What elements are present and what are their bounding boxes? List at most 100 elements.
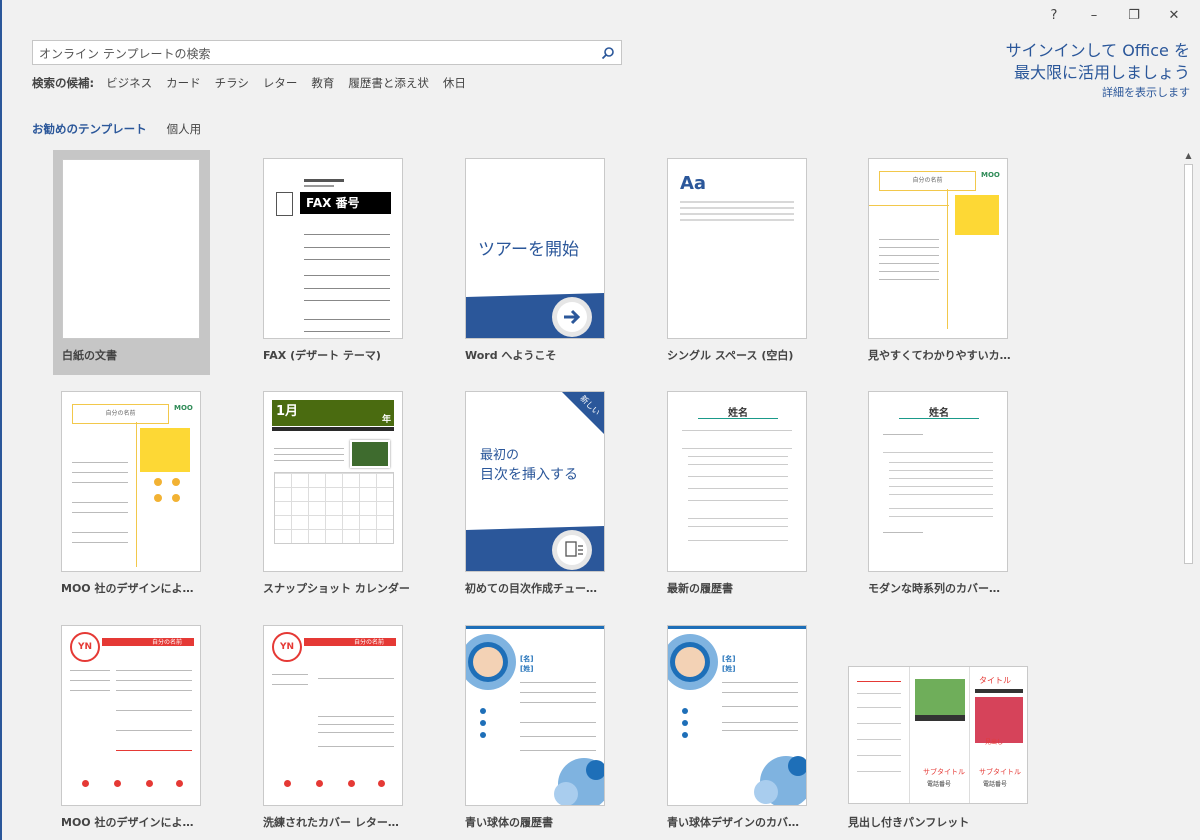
close-icon[interactable]: ✕: [1154, 4, 1194, 26]
last-name: [姓]: [722, 665, 736, 673]
template-caption: MOO 社のデザインによ…: [61, 816, 194, 829]
moo-logo: MOO: [174, 404, 193, 412]
minimize-icon[interactable]: –: [1074, 4, 1114, 26]
help-icon[interactable]: ?: [1034, 4, 1074, 26]
thumbnail-modern-resume: 姓名: [667, 391, 807, 572]
template-tabs: お勧めのテンプレート 個人用: [32, 121, 201, 137]
tab-featured[interactable]: お勧めのテンプレート: [32, 121, 147, 137]
brochure-subtitle-mid: サブタイトル: [923, 768, 965, 776]
moo-logo: MOO: [981, 171, 1000, 179]
template-caption: スナップショット カレンダー: [263, 582, 410, 595]
thumbnail-blank: [62, 159, 200, 339]
last-name: [姓]: [520, 665, 534, 673]
calendar-year: 年: [382, 415, 392, 425]
thumbnail-moo-card: 自分の名前 MOO: [868, 158, 1008, 339]
thumbnail-blue-sphere-cover: [名] [姓]: [667, 625, 807, 806]
suggestions-label: 検索の候補:: [32, 76, 95, 90]
template-caption: 見出し付きパンフレット: [848, 816, 970, 829]
template-caption: MOO 社のデザインによ…: [61, 582, 194, 595]
thumbnail-single-space: Aa: [667, 158, 807, 339]
calendar-month: 1月: [272, 400, 394, 426]
learn-more-link[interactable]: 詳細を表示します: [1006, 86, 1190, 100]
aa-sample: Aa: [680, 173, 707, 194]
first-name: [名]: [520, 655, 534, 663]
template-brochure[interactable]: サブタイトル 電話番号 タイトル 見出し サブタイトル 電話番号 見出し付きパン…: [848, 666, 1028, 836]
suggestion-holidays[interactable]: 休日: [443, 75, 466, 91]
template-single-space[interactable]: Aa シングル スペース (空白): [667, 158, 807, 368]
welcome-title: ツアーを開始: [478, 240, 579, 260]
template-caption: モダンな時系列のカバー…: [868, 582, 1000, 595]
signin-line2[interactable]: 最大限に活用しましょう: [1006, 62, 1190, 84]
search-suggestions: 検索の候補: ビジネス カード チラシ レター 教育 履歴書と添え状 休日: [32, 75, 466, 91]
template-calendar[interactable]: 1月 年 スナップショット カレンダー: [263, 391, 410, 601]
template-moo-resume[interactable]: 自分の名前 MOO MOO 社のデザインによ…: [61, 391, 201, 601]
initials-circle: YN: [70, 632, 100, 662]
template-caption: シングル スペース (空白): [667, 349, 794, 362]
search-input[interactable]: オンライン テンプレートの検索: [32, 40, 622, 65]
yn-name: 自分の名前: [152, 639, 183, 646]
template-caption: 青い球体の履歴書: [465, 816, 553, 829]
template-caption: 初めての目次作成チュー…: [465, 582, 597, 595]
thumbnail-toc: 最初の 目次を挿入する 新しい: [465, 391, 605, 572]
thumbnail-welcome: ツアーを開始: [465, 158, 605, 339]
brochure-subtitle-right: サブタイトル: [979, 768, 1021, 776]
first-name: [名]: [722, 655, 736, 663]
template-caption: FAX (デザート テーマ): [263, 349, 381, 362]
suggestion-education[interactable]: 教育: [311, 75, 334, 91]
resume-name: 姓名: [728, 408, 748, 419]
search-icon[interactable]: [601, 45, 615, 64]
suggestion-letters[interactable]: レター: [263, 75, 298, 91]
restore-icon[interactable]: ❐: [1114, 4, 1154, 26]
brochure-phone-right: 電話番号: [983, 781, 1008, 788]
template-caption: 最新の履歴書: [667, 582, 733, 595]
template-moo-card[interactable]: 自分の名前 MOO 見やすくてわかりやすいカ…: [868, 158, 1011, 368]
suggestion-business[interactable]: ビジネス: [106, 75, 152, 91]
brochure-title: タイトル: [979, 676, 1011, 685]
window-controls: ? – ❐ ✕: [1034, 4, 1194, 26]
template-caption: Word へようこそ: [465, 349, 557, 362]
signin-line1[interactable]: サインインして Office を: [1006, 40, 1190, 62]
signin-panel: サインインして Office を 最大限に活用しましょう 詳細を表示します: [1006, 40, 1190, 100]
toc-line2: 目次を挿入する: [480, 467, 578, 483]
template-blue-sphere-cover[interactable]: [名] [姓] 青い球体デザインのカバ…: [667, 625, 807, 835]
brochure-heading: 見出し: [985, 739, 1004, 746]
template-fax[interactable]: FAX 番号 FAX (デザート テーマ): [263, 158, 403, 368]
template-toc[interactable]: 最初の 目次を挿入する 新しい 初めての目次作成チュー…: [465, 391, 605, 601]
moo-name-box: 自分の名前: [879, 171, 976, 191]
template-caption: 白紙の文書: [62, 349, 117, 362]
suggestion-cards[interactable]: カード: [166, 75, 201, 91]
scrollbar[interactable]: ▲: [1183, 150, 1194, 840]
toc-line1: 最初の: [480, 448, 520, 463]
thumbnail-blue-sphere-resume: [名] [姓]: [465, 625, 605, 806]
template-welcome[interactable]: ツアーを開始 Word へようこそ: [465, 158, 605, 368]
scrollbar-thumb[interactable]: [1184, 164, 1193, 564]
scroll-up-icon[interactable]: ▲: [1183, 150, 1194, 161]
template-blank[interactable]: 白紙の文書: [53, 150, 210, 375]
thumbnail-brochure: サブタイトル 電話番号 タイトル 見出し サブタイトル 電話番号: [848, 666, 1028, 804]
tab-personal[interactable]: 個人用: [167, 121, 202, 137]
cover-name: 姓名: [929, 408, 949, 419]
thumbnail-chrono-cover: 姓名: [868, 391, 1008, 572]
template-moo-yn-resume[interactable]: YN 自分の名前 MOO 社のデザインによ…: [61, 625, 201, 835]
template-polished-cover[interactable]: YN 自分の名前 洗練されたカバー レター…: [263, 625, 403, 835]
template-caption: 青い球体デザインのカバ…: [667, 816, 799, 829]
brochure-phone-mid: 電話番号: [927, 781, 952, 788]
suggestion-resumes[interactable]: 履歴書と添え状: [348, 75, 429, 91]
window-left-edge: [0, 0, 2, 840]
thumbnail-yn-resume: YN 自分の名前: [61, 625, 201, 806]
template-blue-sphere-resume[interactable]: [名] [姓] 青い球体の履歴書: [465, 625, 605, 835]
thumbnail-moo-resume: 自分の名前 MOO: [61, 391, 201, 572]
template-caption: 洗練されたカバー レター…: [263, 816, 399, 829]
thumbnail-fax: FAX 番号: [263, 158, 403, 339]
thumbnail-polished-cover: YN 自分の名前: [263, 625, 403, 806]
template-caption: 見やすくてわかりやすいカ…: [868, 349, 1011, 362]
suggestion-flyers[interactable]: チラシ: [215, 75, 249, 91]
search-placeholder: オンライン テンプレートの検索: [39, 47, 211, 61]
fax-header: FAX 番号: [300, 192, 391, 214]
template-modern-resume[interactable]: 姓名 最新の履歴書: [667, 391, 807, 601]
initials-circle: YN: [272, 632, 302, 662]
thumbnail-calendar: 1月 年: [263, 391, 403, 572]
cover-yn-name: 自分の名前: [354, 639, 385, 646]
template-chrono-cover[interactable]: 姓名 モダンな時系列のカバー…: [868, 391, 1008, 601]
moo-name-box: 自分の名前: [72, 404, 169, 424]
